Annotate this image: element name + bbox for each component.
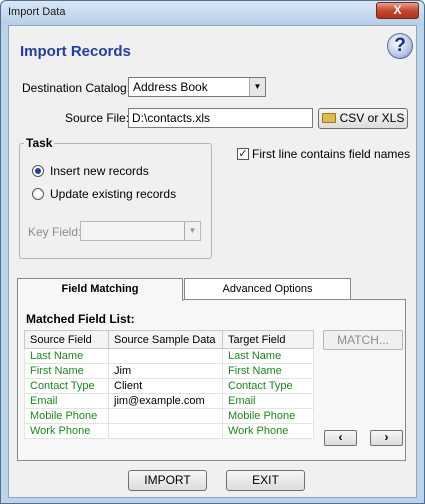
table-row[interactable]: Work Phone Work Phone — [24, 423, 314, 439]
column-header-source-field[interactable]: Source Field — [24, 330, 109, 349]
table-header-row: Source Field Source Sample Data Target F… — [24, 330, 314, 349]
next-button[interactable]: › — [370, 430, 403, 446]
table-row[interactable]: First Name Jim First Name — [24, 363, 314, 379]
page-title: Import Records — [20, 43, 131, 60]
insert-new-records-label: Insert new records — [50, 164, 149, 178]
radio-insert-new-records[interactable]: Insert new records — [32, 164, 149, 178]
update-existing-records-label: Update existing records — [50, 187, 177, 201]
sample-data-cell: Client — [108, 378, 223, 394]
matched-field-table: Source Field Source Sample Data Target F… — [24, 330, 314, 439]
key-field-label: Key Field: — [28, 225, 82, 239]
target-field-cell: Email — [222, 393, 314, 409]
key-field-select[interactable]: ▼ — [80, 221, 201, 241]
destination-catalog-label: Destination Catalog: — [22, 81, 131, 95]
import-data-window: Import Data X Import Records ? Destinati… — [0, 0, 425, 504]
destination-catalog-select[interactable]: Address Book ▼ — [128, 77, 266, 97]
source-field-cell: Contact Type — [24, 378, 109, 394]
help-icon[interactable]: ? — [387, 33, 413, 59]
chevron-down-icon: ▼ — [249, 78, 265, 96]
field-matching-panel: Matched Field List: Source Field Source … — [17, 299, 406, 461]
source-field-cell: Email — [24, 393, 109, 409]
table-row[interactable]: Last Name Last Name — [24, 348, 314, 364]
tab-strip: Field Matching Advanced Options — [17, 278, 406, 301]
target-field-cell: Last Name — [222, 348, 314, 364]
import-button[interactable]: IMPORT — [128, 470, 207, 491]
target-field-cell: First Name — [222, 363, 314, 379]
source-file-label: Source File: — [65, 111, 130, 125]
exit-button[interactable]: EXIT — [226, 470, 305, 491]
target-field-cell: Work Phone — [222, 423, 314, 439]
column-header-source-sample-data[interactable]: Source Sample Data — [108, 330, 223, 349]
task-group-title: Task — [24, 136, 55, 150]
sample-data-cell: jim@example.com — [108, 393, 223, 409]
table-row[interactable]: Email jim@example.com Email — [24, 393, 314, 409]
radio-update-existing-records[interactable]: Update existing records — [32, 187, 176, 201]
window-title: Import Data — [8, 6, 66, 18]
table-row[interactable]: Mobile Phone Mobile Phone — [24, 408, 314, 424]
tab-field-matching[interactable]: Field Matching — [17, 278, 183, 301]
chevron-down-icon: ▼ — [184, 222, 200, 240]
first-line-checkbox[interactable]: ✓ — [237, 148, 249, 160]
dialog-body: Import Records ? Destination Catalog: Ad… — [8, 25, 417, 498]
column-header-target-field[interactable]: Target Field — [222, 330, 314, 349]
destination-catalog-value: Address Book — [133, 80, 208, 94]
matched-field-list-title: Matched Field List: — [26, 312, 135, 326]
browse-file-button[interactable]: CSV or XLS — [318, 108, 408, 129]
sample-data-cell: Jim — [108, 363, 223, 379]
sample-data-cell — [108, 408, 223, 424]
folder-icon — [321, 113, 336, 123]
radio-unselected-icon — [32, 188, 44, 200]
sample-data-cell — [108, 423, 223, 439]
source-file-input[interactable]: D:\contacts.xls — [128, 108, 313, 128]
close-button[interactable]: X — [376, 2, 419, 19]
task-group: Task Insert new records Update existing … — [19, 136, 212, 259]
table-row[interactable]: Contact Type Client Contact Type — [24, 378, 314, 394]
radio-selected-icon — [32, 165, 44, 177]
source-field-cell: Mobile Phone — [24, 408, 109, 424]
source-field-cell: Last Name — [24, 348, 109, 364]
previous-button[interactable]: ‹ — [324, 430, 357, 446]
source-field-cell: Work Phone — [24, 423, 109, 439]
first-line-label: First line contains field names — [252, 147, 411, 161]
tab-advanced-options[interactable]: Advanced Options — [184, 278, 351, 300]
source-field-cell: First Name — [24, 363, 109, 379]
sample-data-cell — [108, 348, 223, 364]
match-button[interactable]: MATCH... — [323, 330, 403, 350]
target-field-cell: Contact Type — [222, 378, 314, 394]
browse-file-label: CSV or XLS — [339, 111, 405, 125]
target-field-cell: Mobile Phone — [222, 408, 314, 424]
title-bar: Import Data X — [1, 1, 424, 25]
